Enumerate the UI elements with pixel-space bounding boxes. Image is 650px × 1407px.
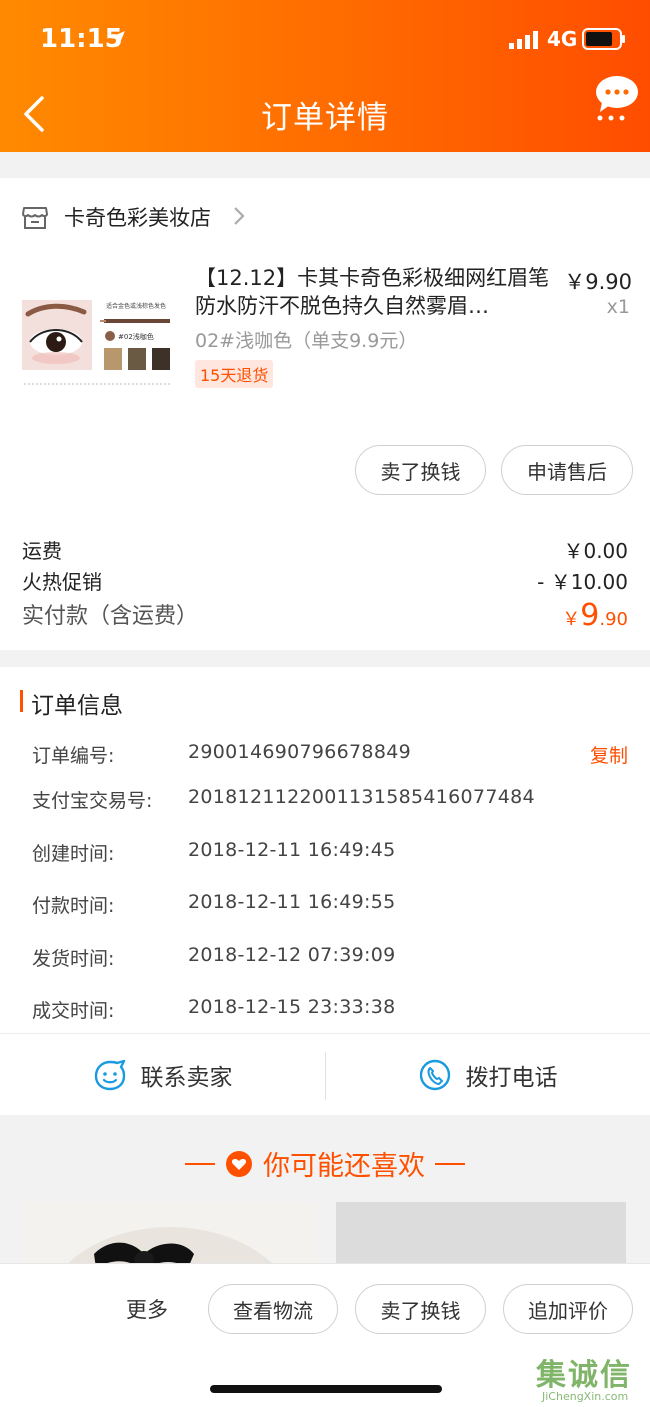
more-button[interactable]: 更多 [126,1294,168,1324]
paid-integer: 9 [580,598,600,633]
info-label: 成交时间: [32,1000,115,1022]
info-label: 发货时间: [32,948,115,970]
info-value: 2018121122001131585416077484 [188,786,535,808]
heart-icon [226,1150,252,1177]
chevron-right-icon[interactable] [232,205,246,227]
info-label: 支付宝交易号: [32,790,153,812]
contact-seller-label: 联系卖家 [140,1064,233,1091]
order-detail-page: 11:15 4G 订单详情 卡奇色彩美妆店 适合金色或浅棕色发色 #02浅咖色 … [0,0,650,1407]
info-label: 订单编号: [32,745,115,767]
watermark: 集诚信 JiChengXin.com [530,1350,650,1407]
shipping-fee-label: 运费 [22,539,62,563]
product-thumbnail[interactable]: 适合金色或浅棕色发色 #02浅咖色 [20,296,172,392]
bottom-action-bar: 更多 查看物流 卖了换钱 追加评价 集诚信 JiChengXin.com [0,1263,650,1407]
info-value: 2018-12-11 16:49:45 [188,839,396,861]
view-logistics-button[interactable]: 查看物流 [208,1284,338,1334]
copy-button[interactable]: 复制 [590,741,628,768]
header: 11:15 4G 订单详情 [0,0,650,152]
product-price: ￥9.90 [564,270,632,294]
info-label: 付款时间: [32,895,115,917]
section-accent-bar [20,690,23,712]
sell-for-cash-button[interactable]: 卖了换钱 [355,445,486,495]
title-line-right [435,1162,465,1165]
shipping-fee-value: ￥0.00 [563,539,628,563]
info-label: 创建时间: [32,843,115,865]
page-title: 订单详情 [261,100,389,136]
signal-icon [509,31,538,49]
smile-chat-icon [94,1059,125,1090]
after-sale-button[interactable]: 申请售后 [501,445,633,495]
shipping-fee-row: 运费 ￥0.00 [22,535,628,564]
actual-paid-row: 实付款（含运费） ￥9.90 [22,598,628,633]
product-title[interactable]: 【12.12】卡其卡奇色彩极细网红眉笔防水防汗不脱色持久自然雾眉… [195,264,550,322]
title-line-left [185,1162,215,1165]
return-policy-badge: 15天退货 [195,360,274,388]
location-icon [109,31,125,47]
promotion-row: 火热促销 - ￥10.00 [22,566,628,595]
paid-currency: ￥ [562,609,581,630]
info-value: 2018-12-11 16:49:55 [188,891,396,913]
order-info-title: 订单信息 [31,693,123,719]
home-indicator[interactable] [210,1385,442,1393]
order-info-card: 订单信息 订单编号: 290014690796678849 复制 支付宝交易号:… [0,667,650,1115]
add-review-button[interactable]: 追加评价 [503,1284,633,1334]
thumb-caption-top: 适合金色或浅棕色发色 [106,302,166,310]
paid-decimal: .90 [599,609,628,630]
recommend-header: 你可能还喜欢 [0,1144,650,1183]
shop-name[interactable]: 卡奇色彩美妆店 [64,202,211,232]
call-phone-button[interactable]: 拨打电话 [325,1034,650,1115]
watermark-en: JiChengXin.com [542,1390,629,1403]
watermark-cn: 集诚信 [536,1358,632,1393]
product-sku: 02#浅咖色（单支9.9元） [195,330,418,352]
actual-paid-label: 实付款（含运费） [22,604,199,629]
phone-icon [419,1059,450,1090]
info-value: 2018-12-12 07:39:09 [188,944,396,966]
shop-icon [22,207,48,229]
network-type: 4G [547,27,578,51]
recommend-title: 你可能还喜欢 [263,1151,425,1182]
status-bar: 11:15 4G [0,0,650,80]
sell-for-cash-button-bottom[interactable]: 卖了换钱 [355,1284,486,1334]
product-image: 适合金色或浅棕色发色 #02浅咖色 [20,296,172,392]
product-card: 卡奇色彩美妆店 适合金色或浅棕色发色 #02浅咖色 【12.12】卡其卡奇色彩极… [0,178,650,650]
actual-paid-amount: ￥9.90 [562,598,628,633]
promotion-value: - ￥10.00 [537,570,628,594]
info-value: 2018-12-15 23:33:38 [188,996,396,1018]
promotion-label: 火热促销 [22,570,102,594]
contact-seller-button[interactable]: 联系卖家 [0,1034,325,1115]
call-phone-label: 拨打电话 [465,1064,558,1091]
info-value: 290014690796678849 [188,741,411,763]
battery-icon [582,28,625,50]
message-more-icon[interactable] [594,74,640,122]
thumb-caption-shade: #02浅咖色 [118,332,154,341]
product-quantity: x1 [606,296,630,318]
